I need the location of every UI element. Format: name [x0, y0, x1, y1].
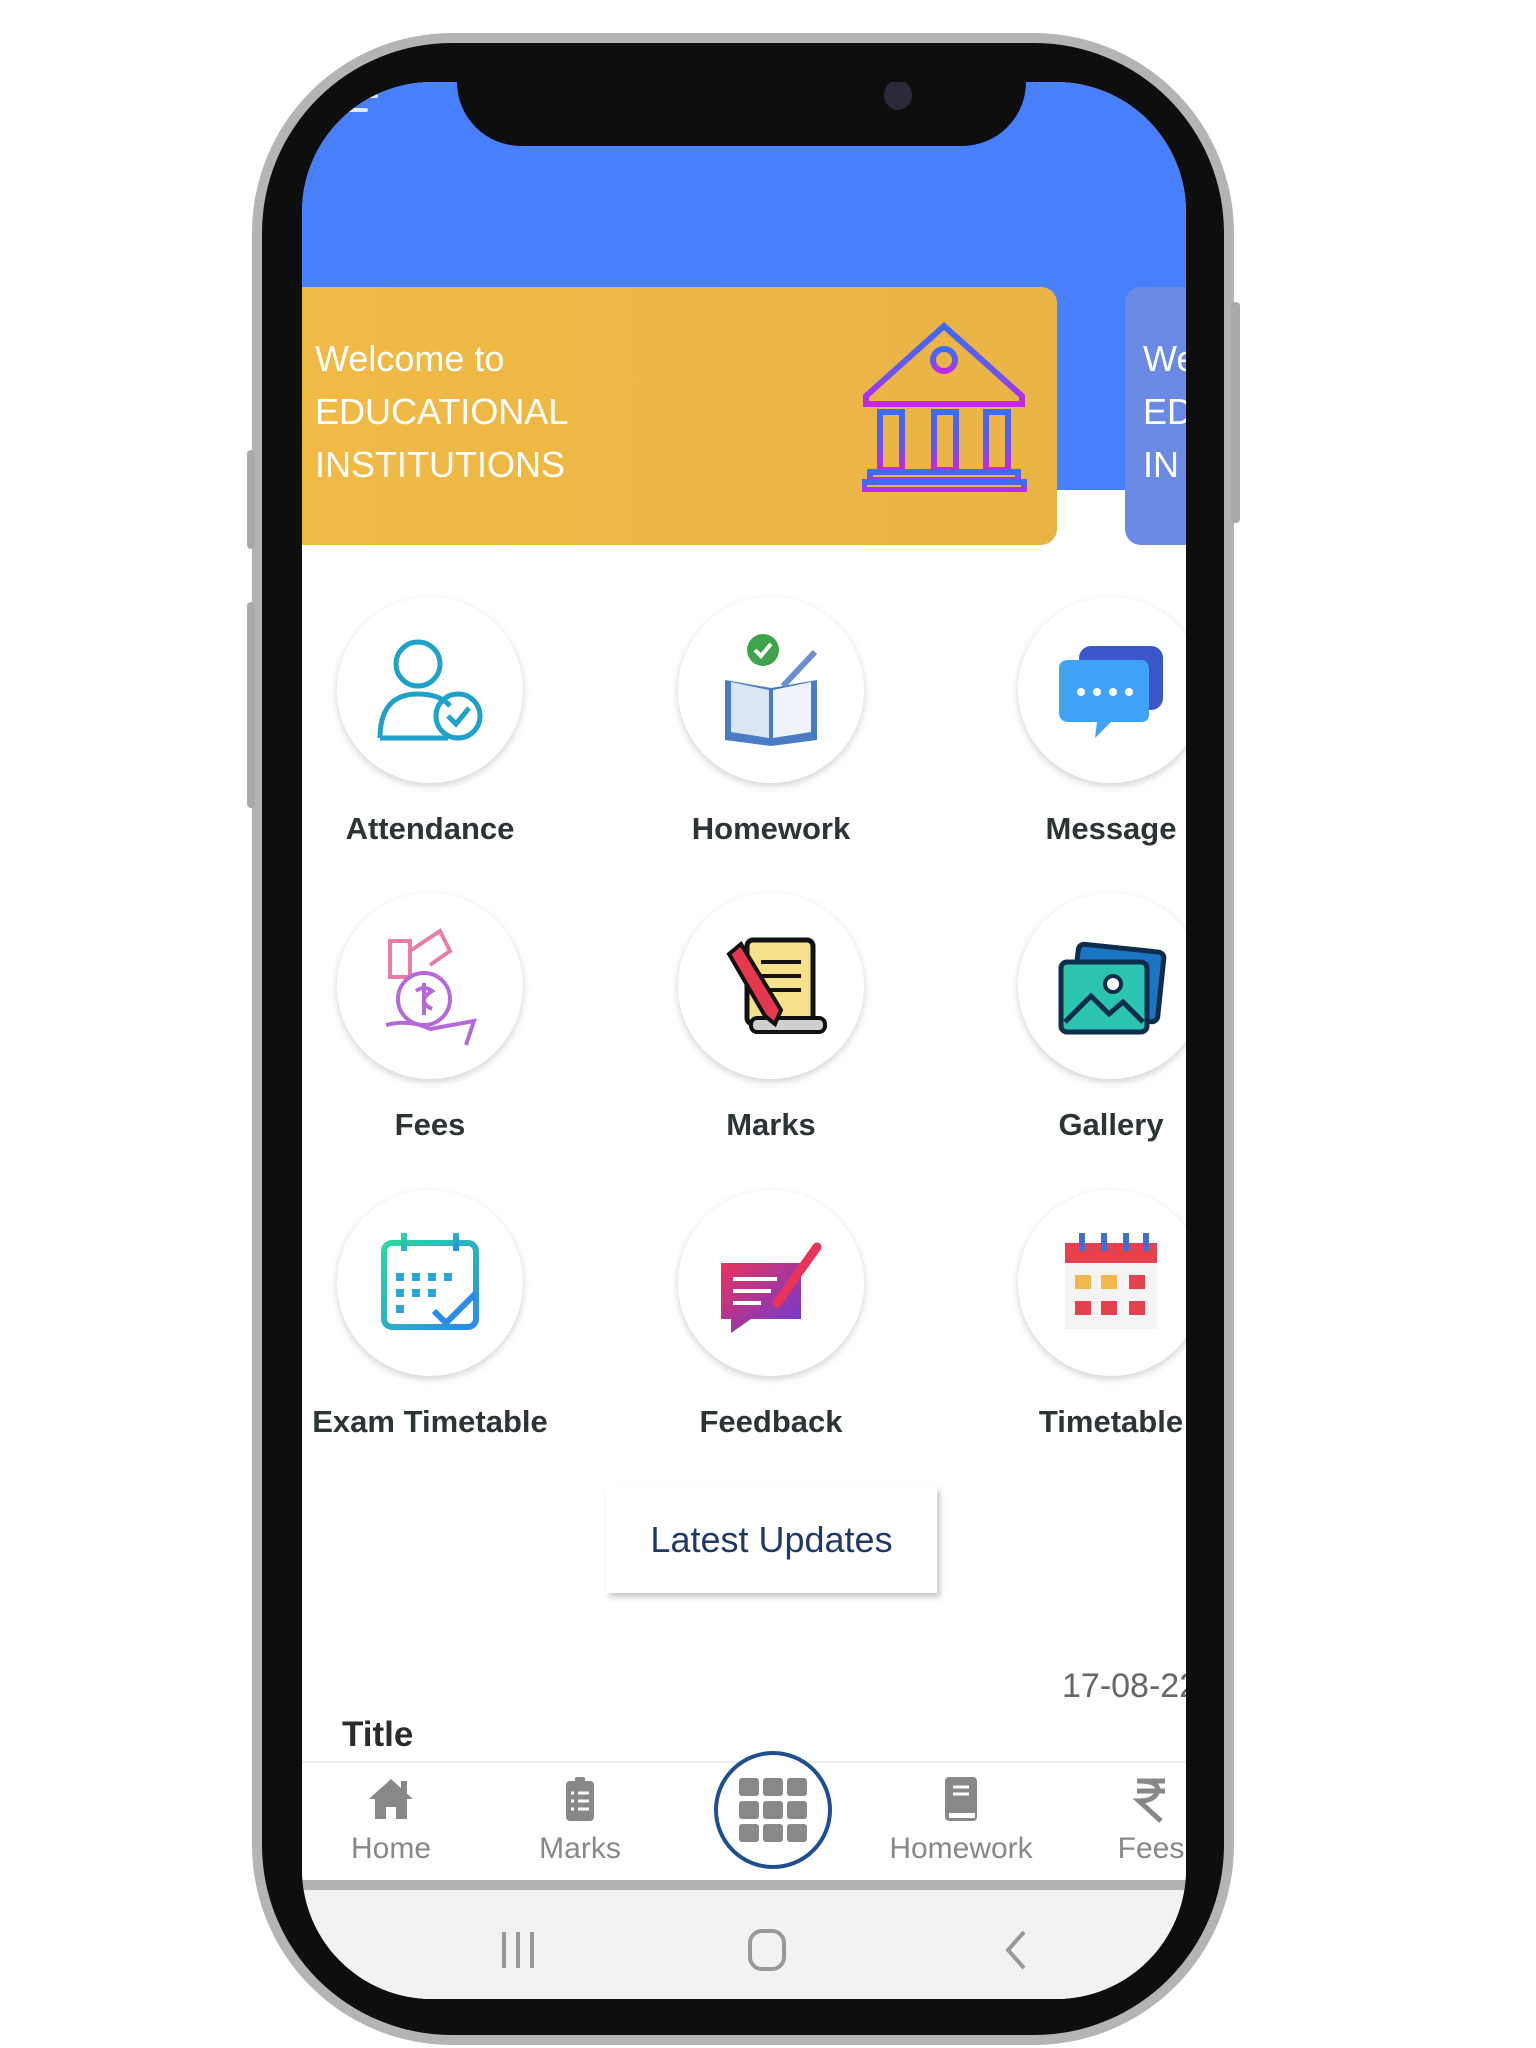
- institution-building-icon: [862, 322, 1027, 492]
- nav-label: Homework: [889, 1832, 1033, 1865]
- rupee-icon: [1132, 1778, 1165, 1823]
- latest-updates-button[interactable]: Latest Updates: [606, 1486, 937, 1593]
- scroll-pencil-icon: [726, 937, 827, 1034]
- tile-label: Feedback: [699, 1404, 843, 1439]
- power-button: [1231, 302, 1240, 523]
- tile-label: Attendance: [345, 811, 515, 846]
- tile-attendance[interactable]: Attendance: [302, 597, 580, 847]
- tile-label: Gallery: [1058, 1107, 1164, 1142]
- banner-line: INSTITUTIONS: [315, 444, 565, 485]
- tile-label: Marks: [726, 1107, 816, 1142]
- nav-homework[interactable]: Homework: [861, 1763, 1061, 1866]
- banner-card[interactable]: Welcome to EDUCATIONAL INSTITUTIONS: [302, 287, 1057, 545]
- tile-timetable[interactable]: Timetable: [961, 1190, 1186, 1440]
- tile-label: Timetable: [1038, 1404, 1184, 1439]
- volume-down-button: [247, 602, 255, 808]
- volume-up-button: [247, 450, 255, 549]
- nav-label: Home: [350, 1832, 432, 1865]
- tile-label: Exam Timetable: [312, 1404, 548, 1439]
- nav-marks[interactable]: Marks: [480, 1763, 680, 1866]
- grid-apps-button[interactable]: [714, 1751, 832, 1869]
- feedback-note-icon: [721, 1242, 822, 1333]
- camera-icon: [884, 82, 912, 110]
- divider: [302, 1880, 1186, 1890]
- back-icon[interactable]: [1002, 1930, 1030, 1970]
- tile-label: Fees: [394, 1107, 466, 1142]
- calendar-grid-icon: [1065, 1233, 1157, 1329]
- banner-line: ED: [1143, 391, 1186, 432]
- grid-apps-icon: [739, 1778, 807, 1842]
- tile-homework[interactable]: Homework: [621, 597, 921, 847]
- home-icon: [369, 1779, 413, 1819]
- tile-exam-timetable[interactable]: Exam Timetable: [302, 1190, 580, 1440]
- tile-fees[interactable]: Fees: [302, 893, 580, 1143]
- tile-label: Message: [1045, 811, 1177, 846]
- banner-card-next[interactable]: We ED IN: [1125, 287, 1186, 545]
- chat-bubble-icon: [1059, 646, 1163, 738]
- tile-gallery[interactable]: Gallery: [961, 893, 1186, 1143]
- nav-label: Fees: [1117, 1832, 1185, 1865]
- user-check-icon: [377, 639, 483, 741]
- nav-home[interactable]: Home: [302, 1763, 491, 1866]
- hamburger-menu-icon[interactable]: [342, 94, 378, 122]
- recent-apps-icon[interactable]: [500, 1930, 536, 1970]
- home-circle-icon[interactable]: [747, 1928, 787, 1972]
- banner-line: EDUCATIONAL: [315, 391, 569, 432]
- tile-feedback[interactable]: Feedback: [621, 1190, 921, 1440]
- photo-gallery-icon: [1058, 941, 1167, 1035]
- tile-marks[interactable]: Marks: [621, 893, 921, 1143]
- banner-line: IN: [1143, 444, 1179, 485]
- banner-line: We: [1143, 338, 1186, 379]
- calendar-check-icon: [381, 1233, 479, 1330]
- clipboard-list-icon: [566, 1777, 594, 1821]
- book-icon: [945, 1777, 977, 1821]
- update-date: 17-08-22: [1062, 1667, 1186, 1705]
- camera-notch: [457, 82, 1026, 146]
- app-screen: Welcome to EDUCATIONAL INSTITUTIONS We E…: [302, 82, 1186, 1999]
- update-title[interactable]: Title: [342, 1715, 413, 1755]
- banner-line: Welcome to: [315, 338, 505, 379]
- system-nav-bar: [302, 1890, 1186, 1999]
- nav-fees[interactable]: Fees: [1051, 1763, 1186, 1866]
- tile-message[interactable]: Message: [961, 597, 1186, 847]
- tile-label: Homework: [691, 811, 851, 846]
- nav-label: Marks: [539, 1832, 621, 1865]
- book-check-icon: [725, 634, 818, 746]
- money-bag-hand-icon: [385, 928, 477, 1046]
